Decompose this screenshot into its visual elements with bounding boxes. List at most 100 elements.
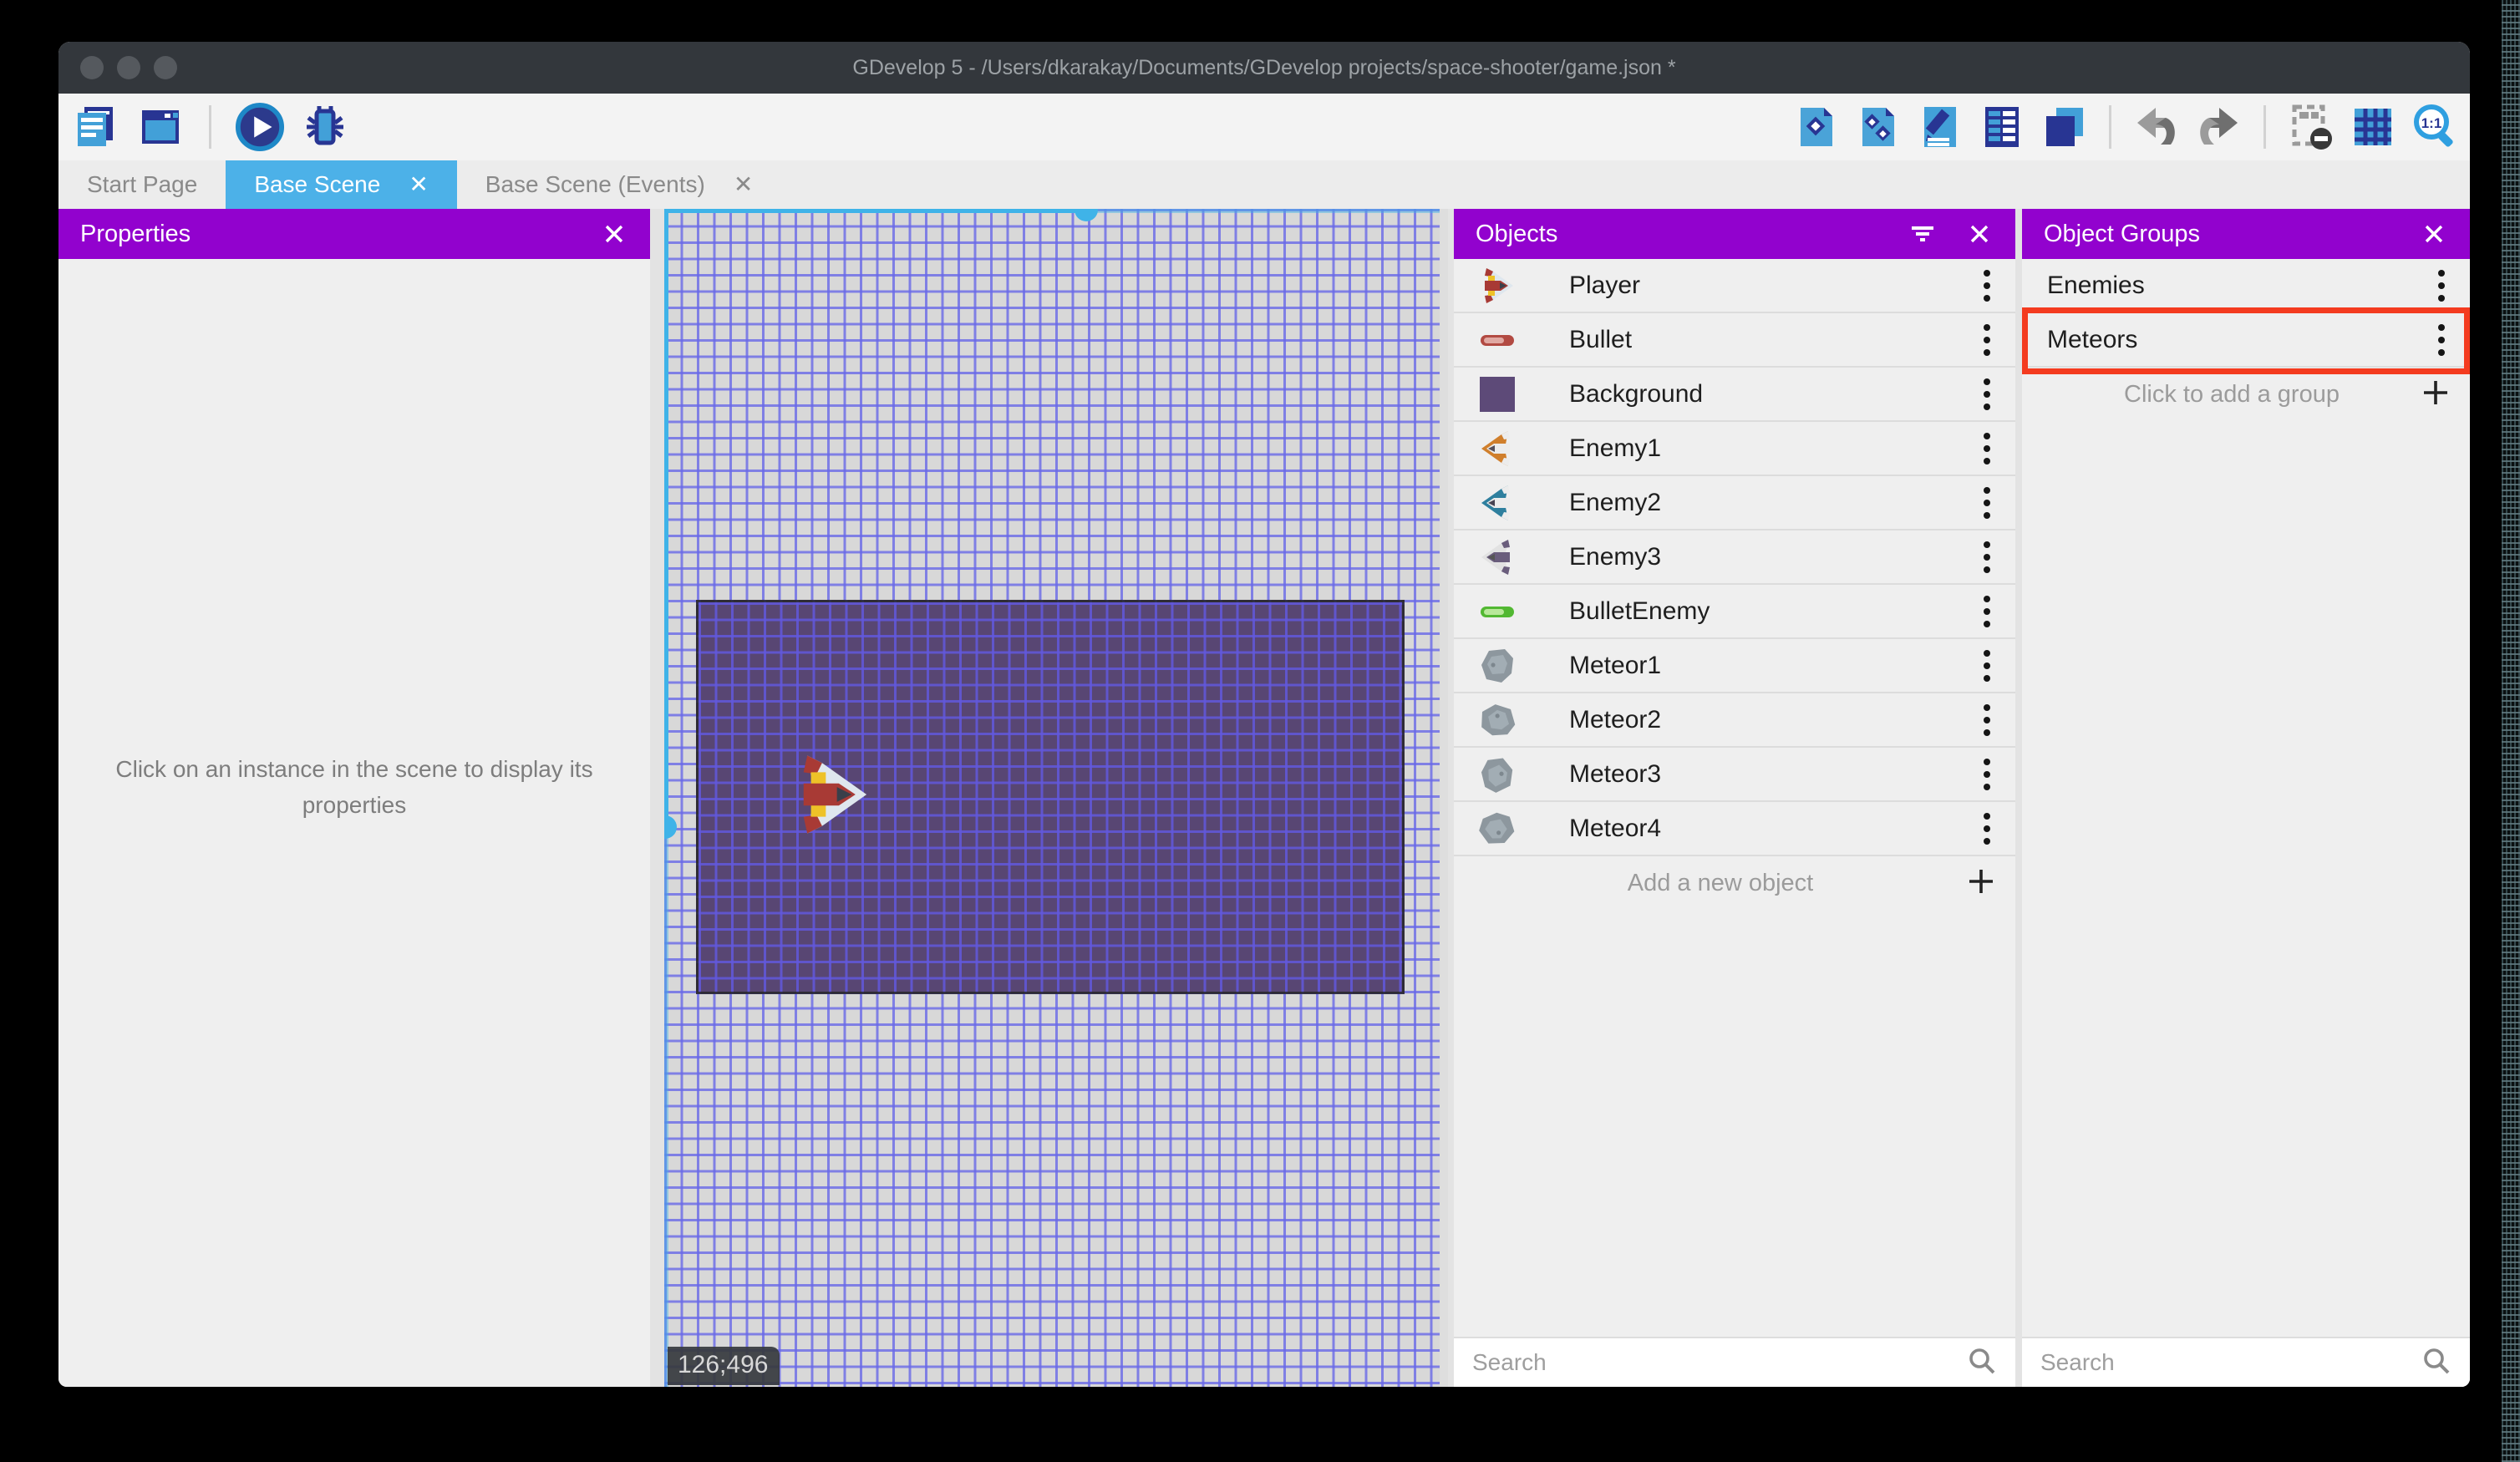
redo-icon[interactable]	[2193, 102, 2243, 152]
ship-orange-thumbnail	[1477, 429, 1517, 469]
object-row-player[interactable]: Player	[1454, 259, 2015, 313]
object-row-meteor2[interactable]: Meteor2	[1454, 693, 2015, 748]
panel-title: Object Groups	[2044, 220, 2200, 247]
object-name: Player	[1569, 271, 1641, 299]
zoom-1-1-icon[interactable]: 1:1	[2410, 102, 2460, 152]
kebab-menu-icon[interactable]	[1975, 536, 1999, 578]
layers-editor-icon[interactable]	[2039, 102, 2089, 152]
player-ship-instance[interactable]	[781, 752, 881, 837]
close-icon[interactable]	[1965, 220, 1994, 248]
grid-icon[interactable]	[2348, 102, 2398, 152]
object-groups-panel: Object Groups Enemies Meteors Click to ad…	[2022, 209, 2470, 1387]
scene-canvas[interactable]: 126;496	[664, 209, 1448, 1387]
object-groups-editor-icon[interactable]	[1853, 102, 1903, 152]
ship-player-thumbnail	[1477, 266, 1517, 306]
object-row-enemy1[interactable]: Enemy1	[1454, 422, 2015, 476]
svg-text:1:1: 1:1	[2421, 115, 2442, 131]
plus-icon[interactable]	[1967, 867, 1995, 900]
meteor1-thumbnail	[1477, 646, 1517, 686]
kebab-menu-icon[interactable]	[1975, 373, 1999, 415]
object-name: Meteor1	[1569, 651, 1662, 679]
main-toolbar: 1:1	[58, 94, 2470, 160]
kebab-menu-icon[interactable]	[1975, 699, 1999, 741]
add-object-row[interactable]: Add a new object	[1454, 856, 2015, 911]
close-icon[interactable]	[600, 220, 628, 248]
instances-list-icon[interactable]	[1977, 102, 2027, 152]
close-tab-icon[interactable]: ✕	[734, 173, 753, 196]
kebab-menu-icon[interactable]	[1975, 482, 1999, 524]
properties-panel: Properties Click on an instance in the s…	[58, 209, 650, 1387]
properties-editor-icon[interactable]	[1915, 102, 1965, 152]
panel-divider	[1448, 209, 1454, 1387]
kebab-menu-icon[interactable]	[1975, 754, 1999, 795]
filter-icon[interactable]	[1908, 220, 1937, 248]
properties-panel-header: Properties	[58, 209, 650, 259]
kebab-menu-icon[interactable]	[1975, 265, 1999, 307]
meteor4-thumbnail	[1477, 809, 1517, 849]
kebab-menu-icon[interactable]	[1975, 808, 1999, 850]
object-row-bullet[interactable]: Bullet	[1454, 313, 2015, 368]
kebab-menu-icon[interactable]	[2430, 265, 2453, 307]
window-title: GDevelop 5 - /Users/dkarakay/Documents/G…	[852, 55, 1676, 79]
object-row-bulletenemy[interactable]: BulletEnemy	[1454, 585, 2015, 639]
meteor3-thumbnail	[1477, 754, 1517, 794]
close-icon[interactable]	[2420, 220, 2448, 248]
gdevelop-window: GDevelop 5 - /Users/dkarakay/Documents/G…	[58, 42, 2470, 1387]
object-name: Enemy3	[1569, 542, 1662, 571]
kebab-menu-icon[interactable]	[1975, 591, 1999, 632]
selection-resize-handle-left[interactable]	[664, 815, 677, 839]
add-group-row[interactable]: Click to add a group	[2022, 368, 2470, 422]
object-name: Bullet	[1569, 325, 1633, 353]
object-name: Background	[1569, 379, 1704, 408]
groups-search-input[interactable]	[2040, 1349, 2421, 1376]
panel-divider	[650, 209, 664, 1387]
tab-label: Base Scene (Events)	[485, 171, 705, 197]
bullet-red-thumbnail	[1477, 320, 1517, 360]
kebab-menu-icon[interactable]	[1975, 428, 1999, 470]
start-page-window-icon[interactable]	[135, 102, 185, 152]
properties-empty-message: Click on an instance in the scene to dis…	[115, 755, 593, 818]
selection-edge-left-faded	[664, 827, 668, 1387]
kebab-menu-icon[interactable]	[1975, 645, 1999, 687]
selection-edge-left	[664, 209, 668, 827]
undo-icon[interactable]	[2131, 102, 2182, 152]
object-name: Enemy2	[1569, 488, 1662, 516]
tab-start-page[interactable]: Start Page	[58, 160, 226, 209]
objects-panel-header: Objects	[1454, 209, 2015, 259]
object-name: Meteor4	[1569, 814, 1662, 842]
plus-icon[interactable]	[2421, 378, 2450, 411]
project-manager-icon[interactable]	[70, 102, 120, 152]
tab-base-scene[interactable]: Base Scene ✕	[226, 160, 457, 209]
object-row-meteor1[interactable]: Meteor1	[1454, 639, 2015, 693]
objects-editor-icon[interactable]	[1791, 102, 1842, 152]
cursor-coordinates-badge: 126;496	[668, 1347, 780, 1385]
play-preview-icon[interactable]	[235, 102, 285, 152]
close-tab-icon[interactable]: ✕	[409, 173, 428, 196]
selection-edge-top-faded	[1086, 209, 1440, 213]
kebab-menu-icon[interactable]	[2430, 319, 2453, 361]
object-row-enemy2[interactable]: Enemy2	[1454, 476, 2015, 530]
object-name: Enemy1	[1569, 434, 1662, 462]
kebab-menu-icon[interactable]	[1975, 319, 1999, 361]
object-row-enemy3[interactable]: Enemy3	[1454, 530, 2015, 585]
debug-icon[interactable]	[300, 102, 350, 152]
bullet-green-thumbnail	[1477, 591, 1517, 632]
group-row-meteors[interactable]: Meteors	[2022, 313, 2470, 368]
objects-panel: Objects Player Bullet Background Enemy1	[1454, 209, 2015, 1387]
selection-resize-handle-top[interactable]	[1075, 209, 1098, 221]
window-mask-icon[interactable]	[2286, 102, 2336, 152]
objects-search-input[interactable]	[1472, 1349, 1967, 1376]
group-row-enemies[interactable]: Enemies	[2022, 259, 2470, 313]
panel-title: Properties	[80, 220, 191, 247]
editor-tabbar: Start Page Base Scene ✕ Base Scene (Even…	[58, 160, 2470, 209]
ship-gray-thumbnail	[1477, 537, 1517, 577]
search-icon	[2421, 1346, 2451, 1380]
object-row-meteor4[interactable]: Meteor4	[1454, 802, 2015, 856]
object-row-background[interactable]: Background	[1454, 368, 2015, 422]
object-name: BulletEnemy	[1569, 596, 1710, 625]
tab-label: Base Scene	[254, 171, 381, 197]
object-row-meteor3[interactable]: Meteor3	[1454, 748, 2015, 802]
tab-base-scene-events[interactable]: Base Scene (Events) ✕	[457, 160, 782, 209]
add-object-label: Add a new object	[1627, 870, 1814, 896]
panel-title: Objects	[1476, 220, 1558, 247]
